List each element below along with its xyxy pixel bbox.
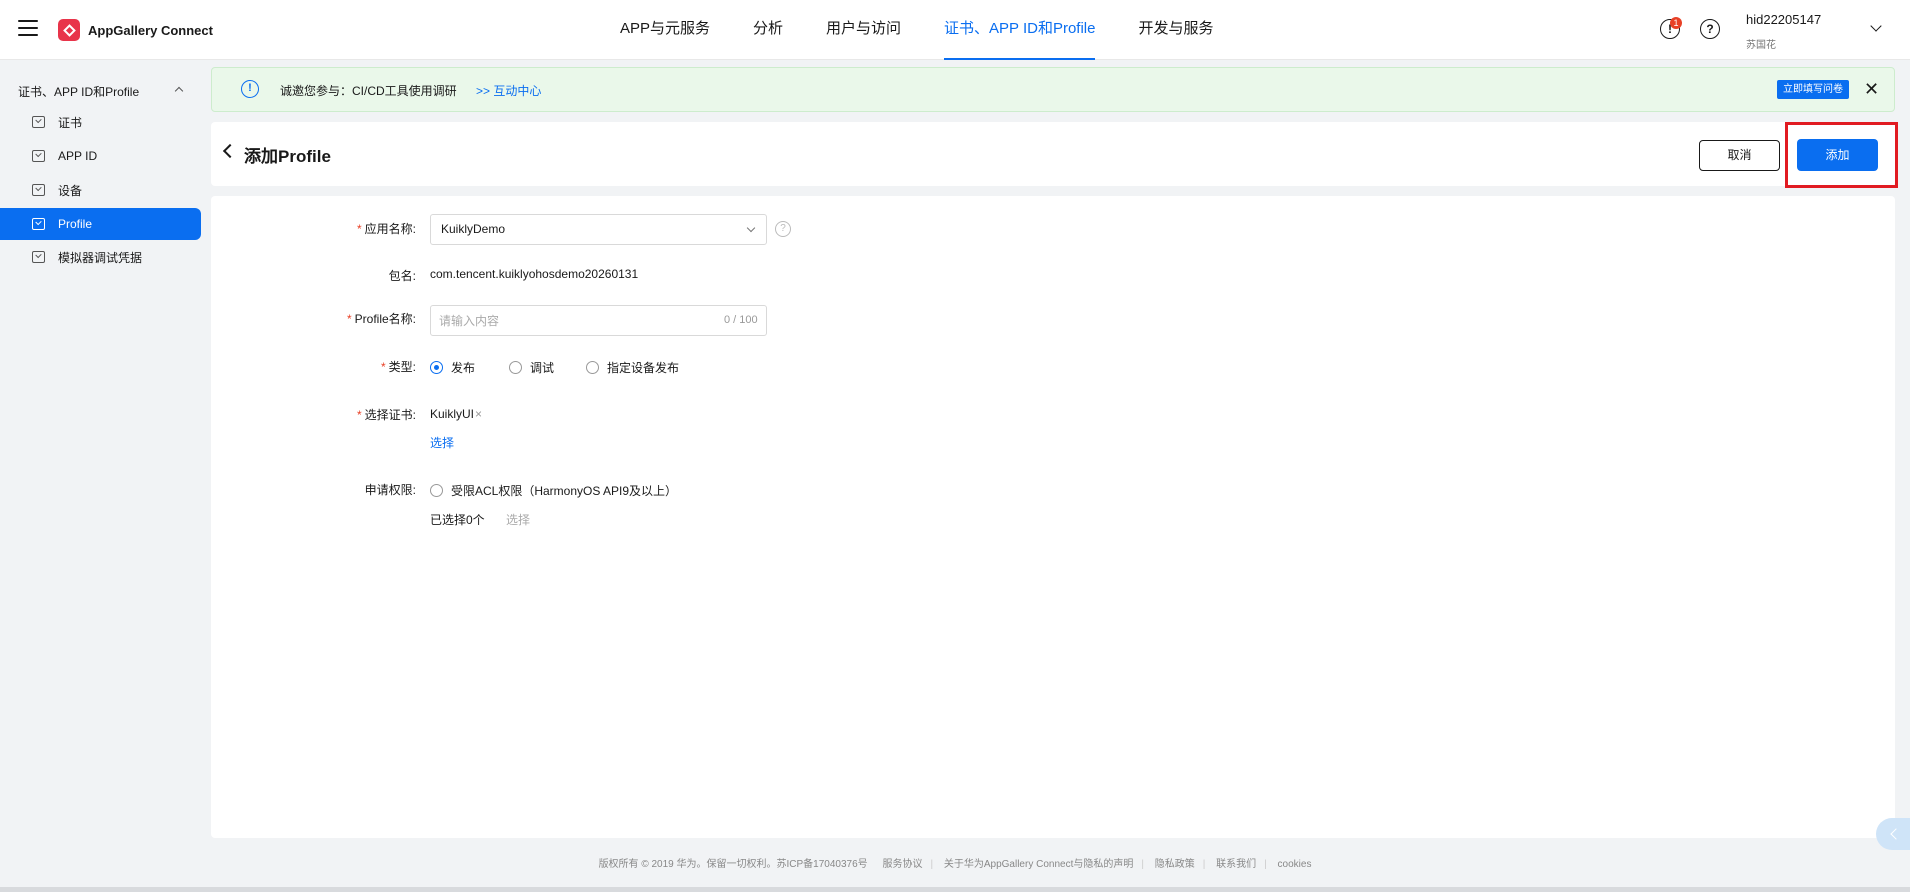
certificate-name: KuiklyUI: [430, 407, 475, 421]
top-bar: AppGallery Connect APP与元服务 分析 用户与访问 证书、A…: [0, 0, 1910, 60]
profile-name-label: * Profile名称:: [346, 312, 416, 326]
sidebar-item-profile[interactable]: Profile: [0, 208, 201, 240]
sidebar-item-certificates[interactable]: 证书: [0, 106, 201, 138]
document-icon: [32, 218, 45, 230]
cancel-button[interactable]: 取消: [1699, 140, 1780, 171]
sidebar-item-label: Profile: [58, 217, 93, 231]
app-logo[interactable]: AppGallery Connect: [58, 19, 213, 41]
nav-users-access[interactable]: 用户与访问: [826, 0, 901, 60]
document-icon: [32, 251, 45, 263]
document-icon: [32, 184, 45, 196]
footer-link-service-agreement[interactable]: 服务协议: [882, 859, 922, 870]
page-header: 添加Profile 取消 添加: [211, 122, 1895, 186]
type-radio-device-release[interactable]: 指定设备发布: [586, 359, 679, 376]
certificate-label: * 选择证书:: [356, 408, 416, 422]
logo-text: AppGallery Connect: [88, 22, 213, 38]
package-label: 包名:: [388, 269, 416, 283]
radio-icon: [509, 361, 522, 374]
hamburger-menu-icon[interactable]: [18, 20, 38, 36]
notification-badge: 1: [1670, 17, 1682, 29]
copyright-text: 版权所有 © 2019 华为。保留一切权利。苏ICP备17040376号: [598, 859, 868, 870]
footer-link-cookies[interactable]: cookies: [1278, 859, 1312, 870]
footer: 版权所有 © 2019 华为。保留一切权利。苏ICP备17040376号 服务协…: [598, 859, 1312, 870]
bottom-border: [0, 887, 1910, 892]
nav-certs-appid-profile[interactable]: 证书、APP ID和Profile: [944, 0, 1096, 60]
footer-link-contact[interactable]: 联系我们: [1216, 859, 1256, 870]
type-label: * 类型:: [380, 360, 416, 374]
permission-label: 申请权限:: [364, 483, 416, 497]
page-title: 添加Profile: [244, 147, 331, 166]
appgallery-logo-icon: [58, 19, 80, 41]
add-button[interactable]: 添加: [1797, 139, 1878, 171]
remove-icon[interactable]: ×: [475, 407, 482, 421]
select-certificate-link[interactable]: 选择: [430, 434, 454, 451]
back-arrow-icon[interactable]: [222, 143, 238, 159]
sidebar-item-label: 模拟器调试凭据: [58, 250, 143, 265]
package-value: com.tencent.kuiklyohosdemo20260131: [430, 267, 639, 281]
top-nav: APP与元服务 分析 用户与访问 证书、APP ID和Profile 开发与服务: [620, 0, 1257, 60]
acl-permission-option[interactable]: 受限ACL权限（HarmonyOS API9及以上）: [430, 482, 677, 499]
app-name-select[interactable]: KuiklyDemo: [430, 214, 767, 245]
radio-icon: [430, 484, 443, 497]
user-id[interactable]: hid22205147: [1746, 12, 1821, 27]
selected-certificate-tag: KuiklyUI×: [430, 407, 482, 421]
question-mark-icon[interactable]: ?: [775, 221, 791, 237]
notice-banner: ! 诚邀您参与：CI/CD工具使用调研 >> 互动中心 立即填写问卷 ✕: [211, 67, 1895, 112]
radio-icon: [586, 361, 599, 374]
radio-checked-icon: [430, 361, 443, 374]
sidebar-item-devices[interactable]: 设备: [0, 174, 201, 206]
type-radio-release[interactable]: 发布: [430, 359, 475, 376]
user-menu-chevron-down-icon[interactable]: [1870, 20, 1882, 32]
sidebar-item-label: 设备: [58, 183, 83, 198]
nav-app-services[interactable]: APP与元服务: [620, 0, 710, 60]
collapse-panel-chevron-left-icon[interactable]: [1876, 818, 1910, 850]
profile-form: * 应用名称: KuiklyDemo ? 包名: com.tencent.kuik…: [211, 196, 1895, 838]
chevron-up-icon[interactable]: [174, 86, 184, 96]
app-name-value: KuiklyDemo: [441, 222, 506, 236]
fill-survey-button[interactable]: 立即填写问卷: [1777, 80, 1849, 99]
close-icon[interactable]: ✕: [1864, 77, 1879, 101]
sidebar-item-label: 证书: [58, 115, 83, 130]
document-icon: [32, 116, 45, 128]
nav-analytics[interactable]: 分析: [753, 0, 783, 60]
sidebar-section-title[interactable]: 证书、APP ID和Profile: [18, 83, 139, 100]
app-name-label: * 应用名称:: [356, 222, 416, 236]
help-icon[interactable]: ?: [1700, 19, 1720, 39]
sidebar-item-emulator-credentials[interactable]: 模拟器调试凭据: [0, 241, 201, 273]
sidebar-item-app-id[interactable]: APP ID: [0, 140, 201, 172]
type-radio-debug[interactable]: 调试: [509, 359, 554, 376]
footer-link-privacy-policy[interactable]: 隐私政策: [1155, 859, 1195, 870]
sidebar-item-label: APP ID: [58, 149, 98, 163]
info-icon: !: [241, 80, 259, 98]
profile-name-input[interactable]: [430, 305, 767, 336]
permission-selected-count: 已选择0个: [430, 513, 485, 527]
chevron-down-icon: [746, 223, 756, 233]
footer-link-privacy-statement[interactable]: 关于华为AppGallery Connect与隐私的声明: [944, 859, 1134, 870]
char-counter: 0 / 100: [724, 314, 758, 326]
sidebar: 证书、APP ID和Profile 证书 APP ID 设备 Profile 模…: [0, 61, 205, 887]
select-permission-link[interactable]: 选择: [506, 511, 530, 528]
interaction-center-link[interactable]: >> 互动中心: [476, 82, 541, 99]
nav-dev-services[interactable]: 开发与服务: [1138, 0, 1213, 60]
user-name: 苏国花: [1746, 40, 1776, 51]
notice-text: 诚邀您参与：CI/CD工具使用调研: [280, 84, 457, 98]
document-icon: [32, 150, 45, 162]
